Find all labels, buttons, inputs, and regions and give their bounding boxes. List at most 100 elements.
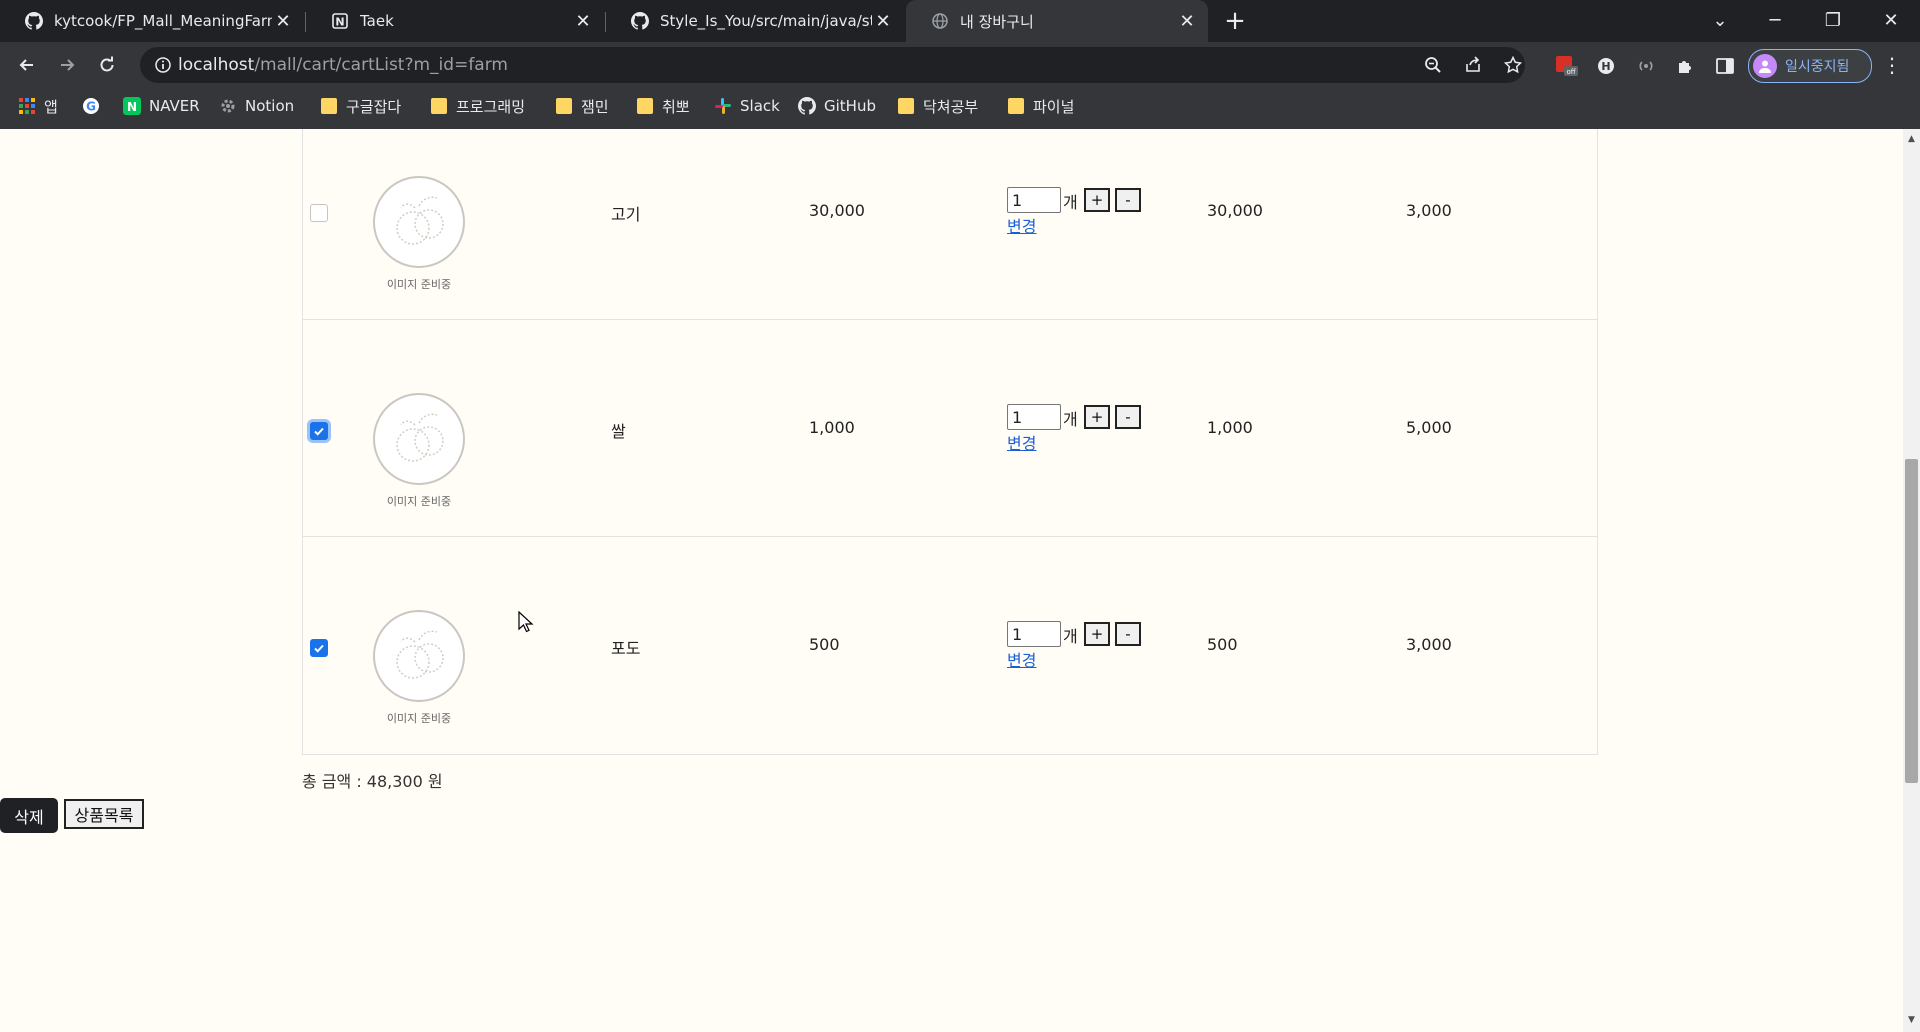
- bookmark-label: GitHub: [824, 97, 876, 115]
- item-checkbox[interactable]: [310, 204, 328, 222]
- address-bar[interactable]: localhost/mall/cart/cartList?m_id=farm: [140, 47, 1525, 83]
- quantity-unit: 개: [1063, 193, 1078, 212]
- bookmark-star-icon[interactable]: [1503, 55, 1523, 75]
- bookmark-apps[interactable]: 앱: [18, 88, 58, 124]
- close-icon[interactable]: ✕: [1176, 10, 1198, 32]
- bookmark-label: 잼민: [581, 97, 609, 116]
- bookmark-slack[interactable]: Slack: [714, 88, 780, 124]
- cast-icon[interactable]: [1634, 54, 1658, 78]
- bookmark-github[interactable]: GitHub: [798, 88, 876, 124]
- bookmark-label: 프로그래밍: [456, 97, 526, 116]
- cart-row: 이미지 준비중 고기 30,000 개 + - 변경 30,000 3,000: [303, 129, 1597, 345]
- gear-icon: [219, 97, 237, 115]
- avatar: [1753, 54, 1777, 78]
- folder-icon: [430, 97, 448, 115]
- product-list-button[interactable]: 상품목록: [64, 799, 144, 829]
- side-panel-icon[interactable]: [1713, 54, 1737, 78]
- bookmark-folder-jaemmin[interactable]: 잼민: [555, 88, 609, 124]
- bookmark-label: 취뽀: [662, 97, 690, 116]
- tab-cart-active[interactable]: 내 장바구니 ✕: [906, 0, 1208, 42]
- notion-icon: N: [330, 11, 350, 31]
- site-info-icon[interactable]: [154, 56, 172, 74]
- tab-taek[interactable]: N Taek ✕: [306, 0, 604, 42]
- forward-arrow-icon[interactable]: [53, 51, 81, 79]
- tab-style-is-you[interactable]: Style_Is_You/src/main/java/stu/sl ✕: [606, 0, 904, 42]
- change-quantity-link[interactable]: 변경: [1007, 213, 1036, 237]
- quantity-minus-button[interactable]: -: [1115, 405, 1141, 429]
- bookmark-naver[interactable]: N NAVER: [123, 88, 200, 124]
- item-shipping-fee: 3,000: [1406, 635, 1452, 654]
- image-placeholder-caption: 이미지 준비중: [386, 278, 452, 291]
- change-quantity-link[interactable]: 변경: [1007, 430, 1036, 454]
- quantity-plus-button[interactable]: +: [1084, 405, 1110, 429]
- quantity-minus-button[interactable]: -: [1115, 188, 1141, 212]
- close-icon[interactable]: ✕: [272, 10, 294, 32]
- item-checkbox[interactable]: [310, 639, 328, 657]
- back-arrow-icon[interactable]: [13, 51, 41, 79]
- restore-icon[interactable]: ❐: [1813, 6, 1853, 36]
- extension-h-icon[interactable]: H: [1594, 54, 1618, 78]
- browser-chrome: kytcook/FP_Mall_MeaningFarm ✕ N Taek ✕ S…: [0, 0, 1920, 129]
- new-tab-button[interactable]: +: [1221, 7, 1249, 35]
- google-icon: G: [82, 97, 100, 115]
- bookmark-label: 파이널: [1033, 97, 1075, 116]
- github-icon: [24, 11, 44, 31]
- bookmark-folder-dakchyeo[interactable]: 닥쳐공부: [897, 88, 978, 124]
- scroll-down-arrow-icon[interactable]: ▼: [1907, 1016, 1916, 1025]
- bookmark-folder-programming[interactable]: 프로그래밍: [430, 88, 525, 124]
- folder-icon: [897, 97, 915, 115]
- vertical-scrollbar[interactable]: ▲ ▼: [1903, 129, 1920, 1032]
- quantity-input[interactable]: [1007, 404, 1061, 430]
- window-close-icon[interactable]: ✕: [1871, 6, 1911, 36]
- bookmark-google[interactable]: G: [82, 88, 108, 124]
- quantity-unit: 개: [1063, 410, 1078, 429]
- tab-kytcook[interactable]: kytcook/FP_Mall_MeaningFarm ✕: [0, 0, 304, 42]
- naver-icon: N: [123, 97, 141, 115]
- bookmark-label: Notion: [245, 97, 295, 115]
- total-amount: 총 금액 : 48,300 원: [302, 772, 443, 791]
- fruit-outline-icon: [396, 630, 444, 679]
- item-shipping-fee: 3,000: [1406, 201, 1452, 220]
- quantity-plus-button[interactable]: +: [1084, 622, 1110, 646]
- tab-search-chevron-icon[interactable]: ⌄: [1700, 6, 1740, 36]
- share-icon[interactable]: [1463, 55, 1483, 75]
- scroll-up-arrow-icon[interactable]: ▲: [1907, 135, 1916, 144]
- bookmark-label: 구글잡다: [346, 97, 402, 116]
- folder-icon: [1007, 97, 1025, 115]
- cart-row: 이미지 준비중 포도 500 개 + - 변경 500 3,000: [303, 536, 1597, 753]
- profile-button[interactable]: 일시중지됨: [1748, 49, 1872, 83]
- change-quantity-link[interactable]: 변경: [1007, 647, 1036, 671]
- fruit-outline-icon: [396, 413, 444, 462]
- tab-title: kytcook/FP_Mall_MeaningFarm: [54, 12, 272, 30]
- quantity-input[interactable]: [1007, 621, 1061, 647]
- minimize-icon[interactable]: ─: [1755, 6, 1795, 36]
- bookmark-folder-chwippo[interactable]: 취뽀: [636, 88, 690, 124]
- item-checkbox[interactable]: [310, 422, 328, 440]
- bookmark-notion[interactable]: Notion: [219, 88, 294, 124]
- close-icon[interactable]: ✕: [872, 10, 894, 32]
- profile-label: 일시중지됨: [1785, 59, 1850, 75]
- svg-text:N: N: [335, 16, 344, 29]
- quantity-minus-button[interactable]: -: [1115, 622, 1141, 646]
- page-viewport: 이미지 준비중 고기 30,000 개 + - 변경 30,000 3,000 …: [0, 129, 1903, 1032]
- bookmark-label: Slack: [740, 97, 780, 115]
- quantity-plus-button[interactable]: +: [1084, 188, 1110, 212]
- image-placeholder-caption: 이미지 준비중: [386, 495, 452, 508]
- product-image-placeholder: [373, 176, 465, 268]
- scrollbar-thumb[interactable]: [1905, 459, 1918, 783]
- close-icon[interactable]: ✕: [572, 10, 594, 32]
- reload-icon[interactable]: [93, 51, 121, 79]
- svg-text:H: H: [1601, 60, 1610, 73]
- github-icon: [798, 97, 816, 115]
- svg-text:N: N: [127, 100, 137, 114]
- zoom-icon[interactable]: [1423, 55, 1443, 75]
- more-menu-icon[interactable]: ⋮: [1882, 54, 1902, 78]
- quantity-input[interactable]: [1007, 187, 1061, 213]
- item-subtotal: 500: [1207, 635, 1238, 654]
- bookmark-folder-googlejapda[interactable]: 구글잡다: [320, 88, 401, 124]
- extension-off-icon[interactable]: off: [1555, 54, 1579, 78]
- delete-button[interactable]: 삭제: [0, 798, 58, 833]
- puzzle-extensions-icon[interactable]: [1674, 54, 1698, 78]
- tab-title: Taek: [360, 12, 394, 30]
- bookmark-folder-final[interactable]: 파이널: [1007, 88, 1074, 124]
